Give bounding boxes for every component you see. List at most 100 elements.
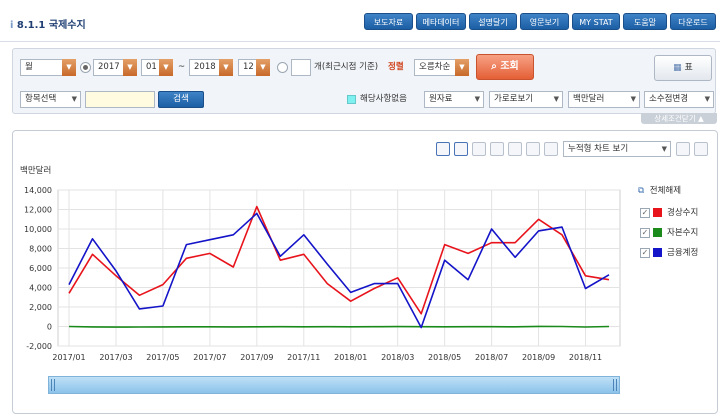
save-icon[interactable] (676, 142, 690, 156)
y-tick-label: 4,000 (29, 284, 52, 293)
x-tick-label: 2017/07 (193, 353, 226, 362)
search-submit-button[interactable]: ⌕ 조회 (476, 54, 534, 80)
y-tick-label: 10,000 (24, 225, 52, 234)
x-tick-label: 2017/09 (240, 353, 273, 362)
table-view-button[interactable]: ▦ 표 (654, 55, 712, 81)
x-tick-label: 2018/07 (475, 353, 508, 362)
x-tick-label: 2017/03 (99, 353, 132, 362)
recent-count-radio[interactable] (277, 62, 288, 73)
scroll-handle-left[interactable] (51, 379, 55, 391)
scroll-handle-right[interactable] (613, 379, 617, 391)
y-tick-label: 6,000 (29, 264, 52, 273)
detail-toggle-tab[interactable]: 상세조건닫기 ▲ (641, 113, 717, 124)
stacked-chart-icon[interactable] (526, 142, 540, 156)
info-icon: i (10, 20, 14, 31)
chevron-down-icon[interactable]: ▼ (256, 59, 270, 76)
unit-label: 백만달러 (573, 94, 605, 104)
start-month-select[interactable]: 01 (141, 59, 161, 76)
legend-label: 금융계정 (667, 248, 699, 258)
period-range-radio[interactable] (80, 62, 91, 73)
no-data-legend-swatch (347, 95, 356, 104)
legend-checkbox[interactable]: ✓ (640, 227, 650, 238)
scatter-chart-icon[interactable] (472, 142, 486, 156)
chevron-up-icon: ▲ (698, 114, 704, 123)
chart-view-select[interactable]: 누적형 차트 보기 ▼ (563, 141, 671, 157)
chevron-down-icon: ▼ (553, 95, 559, 103)
y-tick-label: 12,000 (24, 206, 52, 215)
legend-checkbox[interactable]: ✓ (640, 207, 650, 218)
item-search-button[interactable]: 검색 (158, 91, 204, 108)
x-tick-label: 2017/11 (287, 353, 320, 362)
chevron-down-icon: ▼ (474, 95, 480, 103)
no-data-label: 해당사항없음 (360, 94, 407, 104)
help-button[interactable]: 도움말 (623, 13, 667, 30)
chart-view-label: 누적형 차트 보기 (568, 144, 629, 154)
line-chart-icon[interactable] (454, 142, 468, 156)
page-title-text: 8.1.1 국제수지 (16, 20, 86, 31)
metadata-button[interactable]: 메타데이터 (416, 13, 466, 30)
legend-label: 자본수지 (667, 228, 699, 238)
raw-data-label: 원자료 (429, 94, 453, 104)
english-view-button[interactable]: 영문보기 (520, 13, 569, 30)
x-tick-label: 2018/09 (522, 353, 555, 362)
layout-view-select[interactable]: 가로로보기 ▼ (489, 91, 563, 108)
item-select-label: 항목선택 (25, 94, 57, 104)
legend-item-capital-account[interactable]: ✓ 자본수지 (640, 226, 698, 240)
legend-item-financial-account[interactable]: ✓ 금융계정 (640, 246, 698, 260)
download-button[interactable]: 다운로드 (670, 13, 716, 30)
print-icon[interactable] (694, 142, 708, 156)
add-comment-button[interactable]: 설명달기 (469, 13, 517, 30)
chevron-down-icon[interactable]: ▼ (455, 59, 469, 76)
table-icon: ▦ (673, 63, 682, 73)
item-search-input[interactable] (85, 91, 155, 108)
chart-range-scrollbar[interactable] (48, 376, 620, 394)
list-view-icon[interactable] (436, 142, 450, 156)
y-tick-label: 0 (47, 323, 52, 332)
search-icon: ⌕ (491, 61, 497, 72)
x-tick-label: 2017/05 (146, 353, 179, 362)
legend-checkbox[interactable]: ✓ (640, 247, 650, 258)
recent-count-input[interactable] (291, 59, 311, 76)
chevron-down-icon: ▼ (71, 95, 77, 103)
detail-toggle-label: 상세조건닫기 (654, 114, 696, 123)
search-submit-label: 조회 (500, 61, 519, 72)
column-chart-icon[interactable] (508, 142, 522, 156)
my-stat-button[interactable]: MY STAT (572, 13, 620, 30)
chevron-down-icon: ▼ (661, 145, 667, 153)
line-chart: 백만달러 14,000 12,000 10,000 8,000 6,000 4,000 2,0… (20, 165, 621, 362)
legend-swatch (653, 208, 662, 217)
press-release-button[interactable]: 보도자료 (364, 13, 413, 30)
sort-label: 정렬 (388, 62, 404, 72)
raw-data-select[interactable]: 원자료 ▼ (424, 91, 484, 108)
x-tick-label: 2018/11 (569, 353, 602, 362)
chevron-down-icon[interactable]: ▼ (62, 59, 76, 76)
item-select[interactable]: 항목선택 ▼ (20, 91, 81, 108)
chevron-down-icon[interactable]: ▼ (219, 59, 233, 76)
legend-toggle-icon: ⧉ (638, 186, 645, 196)
legend-swatch (653, 228, 662, 237)
end-month-select[interactable]: 12 (238, 59, 258, 76)
x-tick-label: 2018/01 (334, 353, 367, 362)
chevron-down-icon[interactable]: ▼ (159, 59, 173, 76)
x-tick-label: 2018/05 (428, 353, 461, 362)
chevron-down-icon: ▼ (630, 95, 636, 103)
page-title: i 8.1.1 국제수지 (10, 16, 86, 31)
legend-item-current-account[interactable]: ✓ 경상수지 (640, 206, 698, 220)
end-year-select[interactable]: 2018 (189, 59, 221, 76)
x-tick-label: 2017/01 (52, 353, 85, 362)
area-chart-icon[interactable] (544, 142, 558, 156)
start-year-select[interactable]: 2017 (93, 59, 125, 76)
y-tick-label: 14,000 (24, 186, 52, 195)
decimal-select[interactable]: 소수점변경 ▼ (644, 91, 714, 108)
chevron-down-icon[interactable]: ▼ (123, 59, 137, 76)
table-view-label: 표 (684, 63, 693, 73)
period-type-select[interactable]: 월 (20, 59, 65, 76)
sort-order-select[interactable]: 오름차순 (414, 59, 456, 76)
series-line (68, 325, 610, 328)
x-tick-label: 2018/03 (381, 353, 414, 362)
y-tick-label: -2,000 (26, 342, 52, 351)
bar-chart-icon[interactable] (490, 142, 504, 156)
unit-select[interactable]: 백만달러 ▼ (568, 91, 640, 108)
legend-toggle-all[interactable]: ⧉ 전체해제 (638, 184, 681, 198)
header-bar: i 8.1.1 국제수지 보도자료 메타데이터 설명달기 영문보기 MY STA… (0, 0, 720, 42)
